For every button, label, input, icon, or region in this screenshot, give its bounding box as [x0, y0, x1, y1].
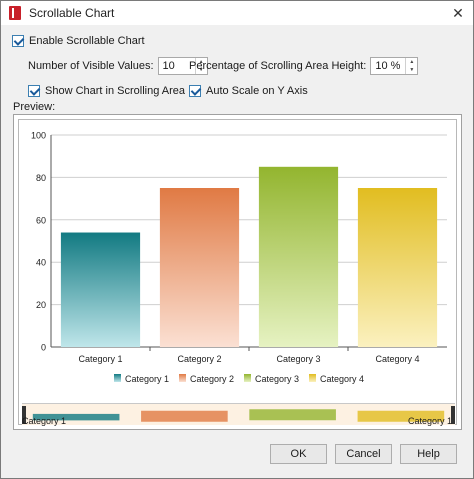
legend-swatch — [179, 374, 186, 382]
x-tick-label: Category 2 — [177, 354, 221, 364]
spin-down-icon[interactable]: ▼ — [406, 66, 417, 74]
y-tick-label: 40 — [36, 258, 46, 268]
bar-chart: 0 20 40 60 80 100 Category 1 Category 2 Category… — [31, 131, 447, 384]
legend-item-label: Category 4 — [320, 374, 364, 384]
y-tick-label: 0 — [41, 343, 46, 353]
legend-swatch — [114, 374, 121, 382]
scroll-height-stepper[interactable]: ▲ ▼ — [405, 58, 417, 74]
scroll-height-spinner[interactable]: 10 % ▲ ▼ — [370, 57, 419, 75]
enable-scrollable-checkbox[interactable] — [12, 35, 24, 47]
show-chart-label: Show Chart in Scrolling Area — [45, 85, 186, 97]
preview-panel: 0 20 40 60 80 100 Category 1 Category 2 Category… — [13, 114, 462, 430]
visible-values-row: Number of Visible Values: 10 ▲ ▼ — [28, 57, 208, 75]
legend-item-label: Category 1 — [125, 374, 169, 384]
x-tick-label: Category 3 — [276, 354, 320, 364]
scroll-start-label: Category 1 — [22, 416, 67, 426]
y-tick-label: 20 — [36, 300, 46, 310]
window-title: Scrollable Chart — [29, 6, 115, 20]
x-tick-label: Category 1 — [78, 354, 122, 364]
spin-up-icon[interactable]: ▲ — [406, 58, 417, 66]
scroll-bar-2 — [141, 410, 228, 422]
bar-4 — [357, 188, 438, 347]
scroll-bar-3 — [249, 409, 336, 421]
show-chart-row: Show Chart in Scrolling Area — [28, 85, 185, 97]
close-button[interactable]: ✕ — [449, 4, 467, 22]
scrolling-area[interactable] — [22, 403, 455, 425]
scroll-height-row: Percentage of Scrolling Area Height: 10 … — [189, 57, 419, 75]
ok-button[interactable]: OK — [270, 444, 327, 464]
bar-3 — [258, 166, 339, 347]
x-tick-label: Category 4 — [375, 354, 419, 364]
legend-item-label: Category 3 — [255, 374, 299, 384]
scroll-height-input[interactable]: 10 % — [371, 60, 405, 72]
enable-scrollable-label: Enable Scrollable Chart — [29, 35, 145, 47]
enable-scrollable-row: Enable Scrollable Chart — [12, 35, 145, 47]
visible-values-label: Number of Visible Values: — [28, 60, 154, 72]
help-button[interactable]: Help — [400, 444, 457, 464]
scrollable-chart-dialog: Scrollable Chart ✕ Enable Scrollable Cha… — [0, 0, 474, 479]
y-tick-label: 80 — [36, 173, 46, 183]
show-chart-checkbox[interactable] — [28, 85, 40, 97]
bar-2 — [159, 188, 240, 347]
app-icon — [9, 6, 21, 20]
auto-scale-checkbox[interactable] — [189, 85, 201, 97]
chart-preview: 0 20 40 60 80 100 Category 1 Category 2 Category… — [18, 119, 457, 426]
scroll-height-label: Percentage of Scrolling Area Height: — [189, 60, 367, 72]
y-tick-label: 60 — [36, 215, 46, 225]
auto-scale-label: Auto Scale on Y Axis — [206, 85, 308, 97]
legend-swatch — [309, 374, 316, 382]
scroll-end-label: Category 1 — [407, 416, 452, 426]
legend-swatch — [244, 374, 251, 382]
scroll-preview-chart — [32, 409, 445, 422]
y-tick-label: 100 — [31, 131, 46, 141]
preview-label: Preview: — [13, 101, 56, 113]
cancel-button[interactable]: Cancel — [335, 444, 392, 464]
title-bar: Scrollable Chart ✕ — [1, 1, 473, 25]
bar-1 — [60, 232, 141, 347]
legend-item-label: Category 2 — [190, 374, 234, 384]
auto-scale-row: Auto Scale on Y Axis — [189, 85, 308, 97]
